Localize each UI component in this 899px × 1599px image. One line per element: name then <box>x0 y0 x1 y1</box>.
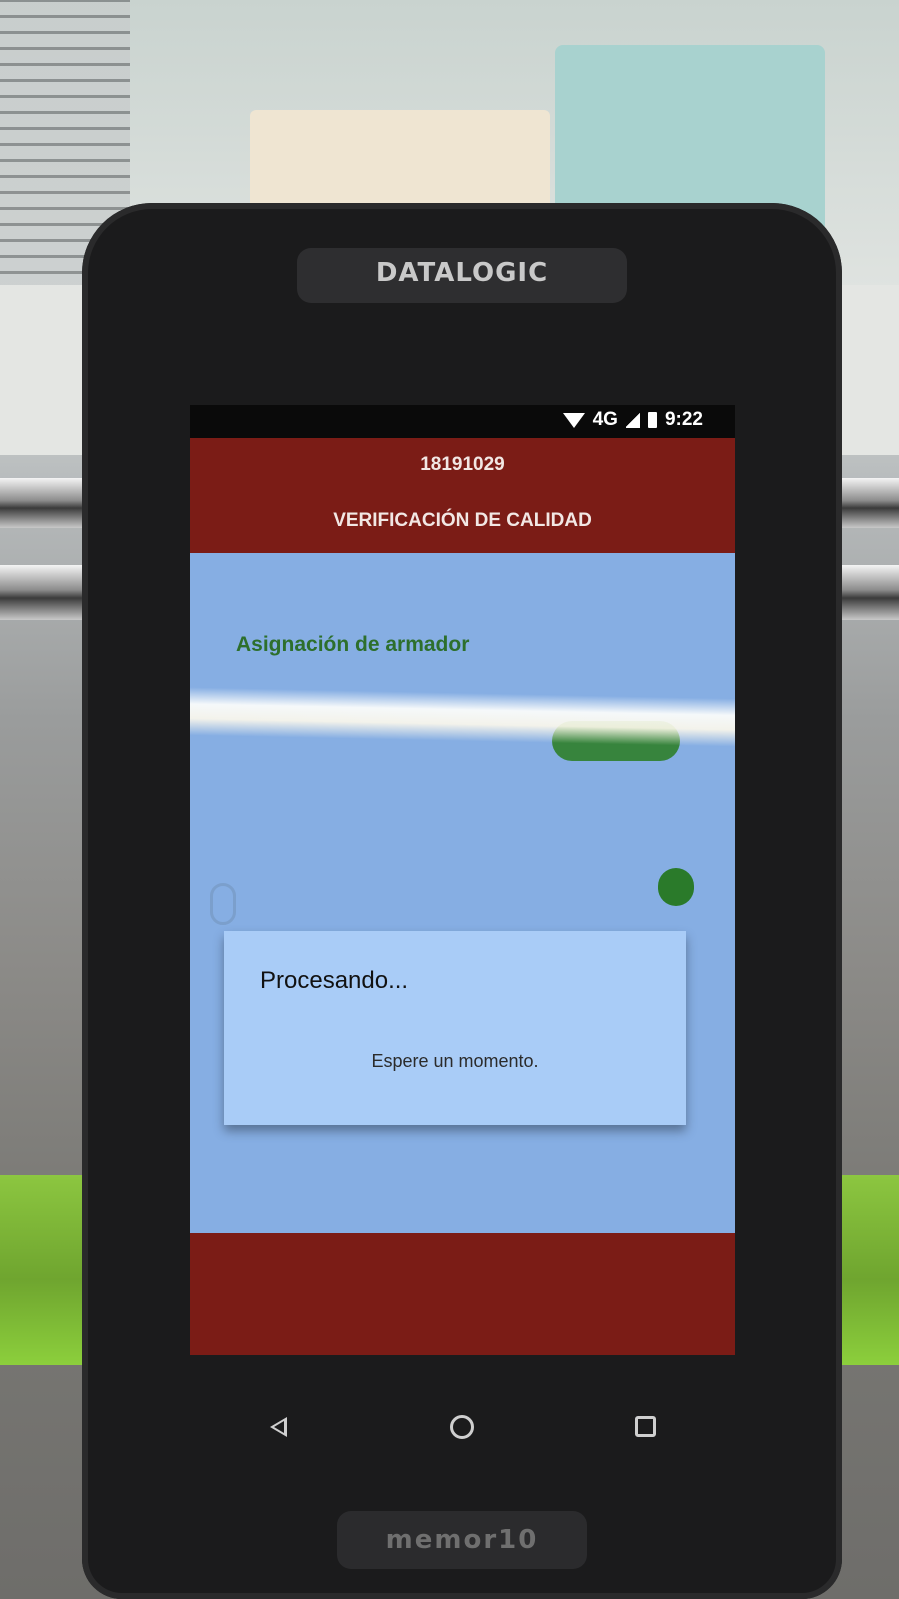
device-brand-logo: DATALOGIC <box>375 258 549 288</box>
wifi-icon <box>562 412 585 428</box>
device-logo-plate: DATALOGIC <box>297 248 627 303</box>
section-title: Asignación de armador <box>236 633 470 656</box>
obscured-control <box>210 883 236 925</box>
network-type: 4G <box>592 409 618 430</box>
signal-icon <box>625 412 640 428</box>
device-model-logo: memor10 <box>385 1525 539 1555</box>
navigation-bar <box>190 1395 735 1465</box>
battery-icon <box>647 412 657 428</box>
status-time: 9:22 <box>664 409 703 430</box>
device-screen: 4G 9:22 18191029 VERIFICACIÓN DE CALIDAD… <box>190 405 735 1355</box>
main-content: Asignación de armador Procesando... Espe… <box>190 553 735 1233</box>
progress-dialog: Procesando... Espere un momento. <box>224 931 686 1125</box>
dialog-message: Espere un momento. <box>371 1051 539 1071</box>
app-footer <box>190 1233 735 1355</box>
recents-icon[interactable] <box>635 1416 656 1437</box>
background-object <box>250 110 550 210</box>
back-icon[interactable] <box>270 1417 287 1437</box>
order-id: 18191029 <box>420 454 505 475</box>
home-icon[interactable] <box>450 1415 474 1439</box>
action-button-secondary[interactable] <box>658 868 694 906</box>
app-header: 18191029 VERIFICACIÓN DE CALIDAD <box>190 438 735 553</box>
status-bar: 4G 9:22 <box>190 405 735 438</box>
device-model-plate: memor10 <box>337 1511 587 1569</box>
page-title: VERIFICACIÓN DE CALIDAD <box>333 510 592 531</box>
dialog-title: Procesando... <box>260 967 409 994</box>
